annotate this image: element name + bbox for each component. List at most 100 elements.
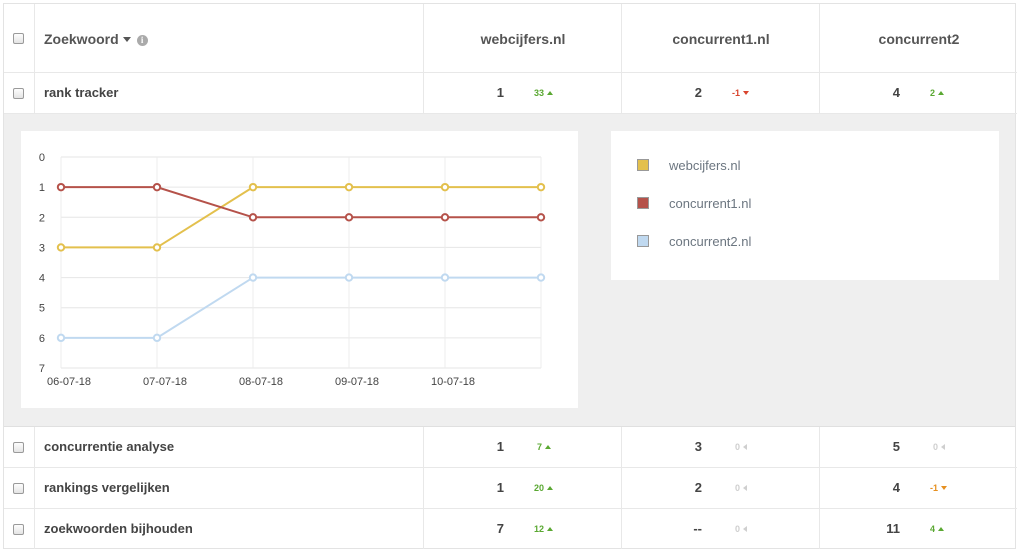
table-row[interactable]: concurrentie analyse 1 7 3 0 5 0 <box>4 427 1017 468</box>
rank-change: -1 <box>930 483 947 493</box>
rank-cell: 7 12 <box>423 509 621 549</box>
header-keyword-label: Zoekwoord <box>44 31 119 47</box>
header-keyword-cell: Zoekwoord i <box>34 4 423 72</box>
row-checkbox[interactable] <box>13 88 24 99</box>
table-row[interactable]: rank tracker 1 33 2 -1 4 2 <box>4 73 1017 114</box>
keyword-label: rank tracker <box>44 85 119 100</box>
rank-change: -1 <box>732 88 749 98</box>
legend-swatch <box>637 197 649 209</box>
rank-change: 20 <box>534 483 553 493</box>
series-line <box>61 186 541 219</box>
x-tick-label: 07-07-18 <box>143 376 187 388</box>
rank-cell: 2 -1 <box>621 73 819 113</box>
data-point <box>440 213 450 222</box>
rank-cell: 5 0 <box>819 427 1017 467</box>
keyword-label: zoekwoorden bijhouden <box>44 521 193 536</box>
legend-label: concurrent2.nl <box>669 234 752 249</box>
sort-keyword-button[interactable]: Zoekwoord i <box>44 31 148 47</box>
rank-value: 4 <box>892 480 900 495</box>
rank-cell: 11 4 <box>819 509 1017 549</box>
row-checkbox[interactable] <box>13 442 24 453</box>
rank-cell: 4 2 <box>819 73 1017 113</box>
rank-change: 0 <box>933 442 945 452</box>
keyword-label: concurrentie analyse <box>44 439 175 454</box>
rank-change: 4 <box>930 524 944 534</box>
y-tick-label: 7 <box>39 363 45 375</box>
column-header-concurrent1: concurrent1.nl <box>672 31 770 47</box>
rank-cell: 1 7 <box>423 427 621 467</box>
rank-value: 7 <box>496 521 504 536</box>
data-point <box>344 273 354 282</box>
rank-value: 2 <box>694 85 702 100</box>
rank-change: 0 <box>735 483 747 493</box>
rank-value: 1 <box>496 480 504 495</box>
data-point <box>56 333 66 343</box>
data-point <box>440 182 450 192</box>
rank-cell: -- 0 <box>621 509 819 549</box>
rank-cell: 2 0 <box>621 468 819 508</box>
rank-change: 0 <box>735 524 747 534</box>
data-point <box>536 273 546 282</box>
keyword-cell: rank tracker <box>34 73 423 113</box>
rank-history-chart: 0 1 2 3 4 5 6 7 06-07-18 07-07-18 08-07-18 09-07-18… <box>21 131 578 408</box>
rank-value: 2 <box>694 480 702 495</box>
keyword-cell: rankings vergelijken <box>34 468 423 508</box>
y-tick-label: 3 <box>39 242 45 254</box>
rank-change: 0 <box>735 442 747 452</box>
column-header-webcijfers: webcijfers.nl <box>480 31 566 47</box>
x-tick-label: 08-07-18 <box>239 376 283 388</box>
rank-value: 11 <box>886 521 900 536</box>
data-point <box>536 213 546 222</box>
rank-table: Zoekwoord i webcijfers.nl concurrent1.nl … <box>3 3 1017 549</box>
rank-history-panel: 0 1 2 3 4 5 6 7 06-07-18 07-07-18 08-07-18 09-07-18… <box>4 114 1015 427</box>
legend-swatch <box>637 159 649 171</box>
header-col-3: concurrent2 <box>819 4 1017 72</box>
legend-swatch <box>637 235 649 247</box>
info-icon[interactable]: i <box>136 35 148 46</box>
y-tick-label: 4 <box>39 273 45 285</box>
y-tick-label: 1 <box>39 182 45 194</box>
column-header-concurrent2: concurrent2 <box>878 31 960 47</box>
rank-cell: 4 -1 <box>819 468 1017 508</box>
keyword-cell: zoekwoorden bijhouden <box>34 509 423 549</box>
data-point <box>248 273 258 282</box>
rank-change: 2 <box>930 88 944 98</box>
y-tick-label: 2 <box>39 212 45 224</box>
header-col-2: concurrent1.nl <box>621 4 819 72</box>
x-tick-label: 09-07-18 <box>335 376 379 388</box>
rank-change: 12 <box>534 524 553 534</box>
y-tick-label: 5 <box>39 303 45 315</box>
rank-value: -- <box>693 521 702 536</box>
chart-legend: webcijfers.nl concurrent1.nl concurrent2… <box>611 131 999 280</box>
select-all-checkbox[interactable] <box>13 33 24 44</box>
data-point <box>152 243 162 252</box>
legend-label: concurrent1.nl <box>669 196 752 211</box>
keyword-cell: concurrentie analyse <box>34 427 423 467</box>
data-point <box>344 213 354 222</box>
y-tick-label: 0 <box>39 152 45 164</box>
rank-value: 5 <box>892 439 900 454</box>
rank-value: 3 <box>694 439 702 454</box>
y-tick-label: 6 <box>39 333 45 345</box>
data-point <box>440 273 450 282</box>
table-row[interactable]: rankings vergelijken 1 20 2 0 4 -1 <box>4 468 1017 509</box>
table-row[interactable]: zoekwoorden bijhouden 7 12 -- 0 11 4 <box>4 509 1017 549</box>
data-point <box>248 182 258 192</box>
sort-down-icon <box>122 37 131 42</box>
data-point <box>248 213 258 222</box>
rank-change: 33 <box>534 88 553 98</box>
x-tick-label: 06-07-18 <box>47 376 91 388</box>
rank-value: 1 <box>496 85 504 100</box>
rank-cell: 3 0 <box>621 427 819 467</box>
x-tick-label: 10-07-18 <box>431 376 475 388</box>
data-point <box>152 333 162 343</box>
rank-value: 1 <box>496 439 504 454</box>
header-col-1: webcijfers.nl <box>423 4 621 72</box>
rank-value: 4 <box>892 85 900 100</box>
row-checkbox[interactable] <box>13 483 24 494</box>
keyword-label: rankings vergelijken <box>44 480 170 495</box>
rank-cell: 1 33 <box>423 73 621 113</box>
row-checkbox[interactable] <box>13 524 24 535</box>
data-point <box>152 182 162 192</box>
data-point <box>56 182 66 192</box>
